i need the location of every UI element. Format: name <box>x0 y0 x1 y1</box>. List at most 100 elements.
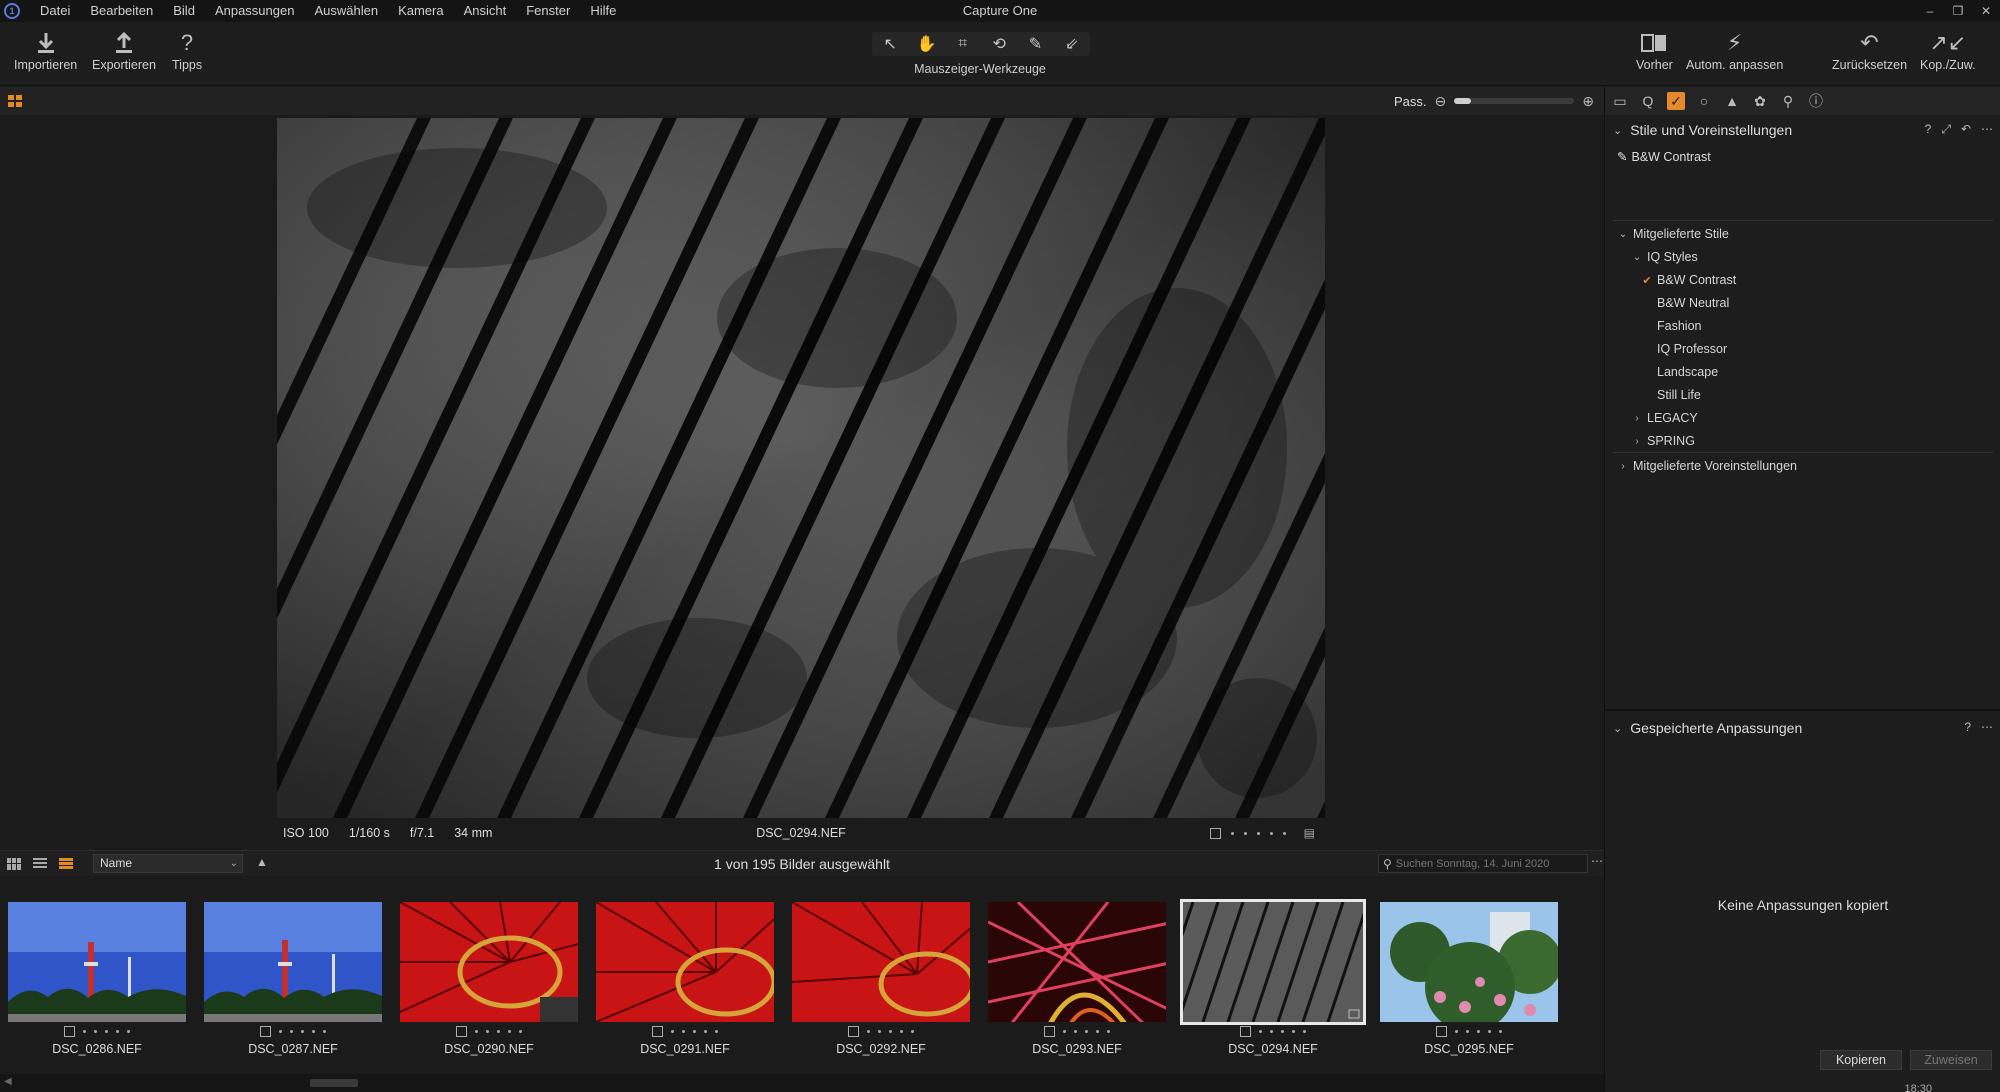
import-button[interactable]: Importieren <box>14 28 77 72</box>
rating-dot[interactable] <box>127 1030 130 1033</box>
thumbnail-image[interactable] <box>204 902 382 1022</box>
details-tab-icon[interactable]: ⚲ <box>1779 92 1797 110</box>
tree-style-bw-neutral[interactable]: B&W Neutral <box>1657 292 1729 314</box>
quick-tab-icon[interactable]: Q <box>1639 92 1657 110</box>
thumbnail-image[interactable] <box>1380 902 1558 1022</box>
rating-dot[interactable] <box>323 1030 326 1033</box>
color-tag-box[interactable] <box>456 1026 467 1037</box>
rating-dot[interactable] <box>715 1030 718 1033</box>
more-options-icon[interactable]: ⋯ <box>1590 854 1604 868</box>
rating-dot[interactable] <box>105 1030 108 1033</box>
zoom-in-icon[interactable]: ⊕ <box>1582 93 1594 110</box>
menu-item-5[interactable]: Kamera <box>388 0 454 22</box>
rating-dot[interactable] <box>704 1030 707 1033</box>
brush-tool-icon[interactable]: ✎ <box>1019 34 1051 54</box>
color-tab-icon[interactable]: ○ <box>1695 92 1713 110</box>
tree-builtin-presets[interactable]: › Mitgelieferte Voreinstellungen <box>1617 455 1797 477</box>
color-tag-box[interactable] <box>1240 1026 1251 1037</box>
minimize-button[interactable]: – <box>1916 0 1944 22</box>
rating-dot[interactable] <box>1281 1030 1284 1033</box>
rating-dot[interactable] <box>1243 831 1247 835</box>
more-icon[interactable]: ⋯ <box>1981 122 1993 137</box>
rating-dot[interactable] <box>1499 1030 1502 1033</box>
thumbnail-image[interactable] <box>988 902 1166 1022</box>
info-tab-icon[interactable]: ⓘ <box>1807 92 1825 110</box>
rating-dot[interactable] <box>1256 831 1260 835</box>
rating-dot[interactable] <box>867 1030 870 1033</box>
tree-style-fashion[interactable]: Fashion <box>1657 315 1701 337</box>
layers-tab-icon[interactable]: ✿ <box>1751 92 1769 110</box>
sort-select[interactable]: Name ⌄ <box>93 854 243 873</box>
help-icon[interactable]: ? <box>1925 122 1932 137</box>
export-button[interactable]: Exportieren <box>92 28 156 72</box>
more-icon[interactable]: ⋯ <box>1981 720 1993 734</box>
grid-view-icon[interactable] <box>8 95 22 107</box>
thumbnail-image[interactable] <box>792 902 970 1022</box>
before-button[interactable]: Vorher <box>1636 28 1673 72</box>
tree-style-landscape[interactable]: Landscape <box>1657 361 1718 383</box>
rating-dot[interactable] <box>519 1030 522 1033</box>
auto-adjust-button[interactable]: ⚡ Autom. anpassen <box>1686 28 1783 72</box>
rating-dot[interactable] <box>279 1030 282 1033</box>
rating-dot[interactable] <box>486 1030 489 1033</box>
scroll-left-icon[interactable]: ◀ <box>4 1076 12 1087</box>
styles-panel-header[interactable]: ⌄ Stile und Voreinstellungen ? ⤢ ↶ ⋯ <box>1605 117 2000 143</box>
thumbnail-image[interactable] <box>8 902 186 1022</box>
rating-dot[interactable] <box>878 1030 881 1033</box>
rating-dot[interactable] <box>312 1030 315 1033</box>
menu-item-0[interactable]: Datei <box>30 0 80 22</box>
apply-button[interactable]: Zuweisen <box>1910 1050 1992 1070</box>
rating-dot[interactable] <box>671 1030 674 1033</box>
restore-button[interactable]: ❐ <box>1944 0 1972 22</box>
panel-divider[interactable] <box>1605 709 2000 711</box>
copy-apply-button[interactable]: ↗↙ Kop./Zuw. <box>1920 28 1976 72</box>
rating-dot[interactable] <box>1282 831 1286 835</box>
capture-one-logo-icon[interactable]: 1 <box>4 3 20 19</box>
search-box[interactable]: ⚲ <box>1378 854 1588 873</box>
rating-dot[interactable] <box>508 1030 511 1033</box>
rating-dot[interactable] <box>1292 1030 1295 1033</box>
rating-dot[interactable] <box>1259 1030 1262 1033</box>
thumbnail-image[interactable] <box>1180 899 1366 1025</box>
tree-style-bw-contrast[interactable]: ✔ B&W Contrast <box>1641 269 1736 291</box>
zoom-fit-label[interactable]: Pass. <box>1394 94 1427 109</box>
rating-dot[interactable] <box>1466 1030 1469 1033</box>
float-icon[interactable]: ⤢ <box>1941 122 1951 137</box>
picker-tool-icon[interactable]: ⇙ <box>1056 34 1088 54</box>
rating-dot[interactable] <box>116 1030 119 1033</box>
rating-dot[interactable] <box>1269 831 1273 835</box>
scrollbar-thumb[interactable] <box>310 1079 358 1087</box>
select-tool-icon[interactable]: ↖ <box>874 34 906 54</box>
folder-tab-icon[interactable]: ▭ <box>1611 92 1629 110</box>
filmstrip-view-icon[interactable] <box>59 857 73 870</box>
tree-spring[interactable]: › SPRING <box>1631 430 1695 452</box>
rating-dot[interactable] <box>1303 1030 1306 1033</box>
color-tag-box[interactable] <box>64 1026 75 1037</box>
exposure-tab-icon[interactable]: ▲ <box>1723 92 1741 110</box>
rating-dot[interactable] <box>1085 1030 1088 1033</box>
rating-dot[interactable] <box>1063 1030 1066 1033</box>
reset-icon[interactable]: ↶ <box>1961 122 1971 137</box>
rating-dot[interactable] <box>693 1030 696 1033</box>
menu-item-7[interactable]: Fenster <box>516 0 580 22</box>
tree-builtin-styles[interactable]: ⌄ Mitgelieferte Stile <box>1617 223 1729 245</box>
rating-dot[interactable] <box>1477 1030 1480 1033</box>
color-tag-box[interactable] <box>1436 1026 1447 1037</box>
rating-dot[interactable] <box>1488 1030 1491 1033</box>
sort-direction-icon[interactable]: ▲ <box>256 855 268 869</box>
zoom-out-icon[interactable]: ⊖ <box>1435 93 1447 110</box>
crop-tool-icon[interactable]: ⌗ <box>947 35 979 53</box>
rating-dot[interactable] <box>1230 831 1234 835</box>
rating-dot[interactable] <box>911 1030 914 1033</box>
main-photo[interactable] <box>277 118 1325 818</box>
menu-item-2[interactable]: Bild <box>163 0 205 22</box>
rating-dot[interactable] <box>475 1030 478 1033</box>
tips-button[interactable]: ? Tipps <box>172 28 202 72</box>
rotate-tool-icon[interactable]: ⟲ <box>983 34 1015 54</box>
search-input[interactable] <box>1395 857 1587 870</box>
tree-iq-styles[interactable]: ⌄ IQ Styles <box>1631 246 1698 268</box>
copy-button[interactable]: Kopieren <box>1820 1050 1902 1070</box>
menu-item-8[interactable]: Hilfe <box>580 0 626 22</box>
rating-dot[interactable] <box>889 1030 892 1033</box>
grid-thumbs-icon[interactable] <box>7 857 21 870</box>
